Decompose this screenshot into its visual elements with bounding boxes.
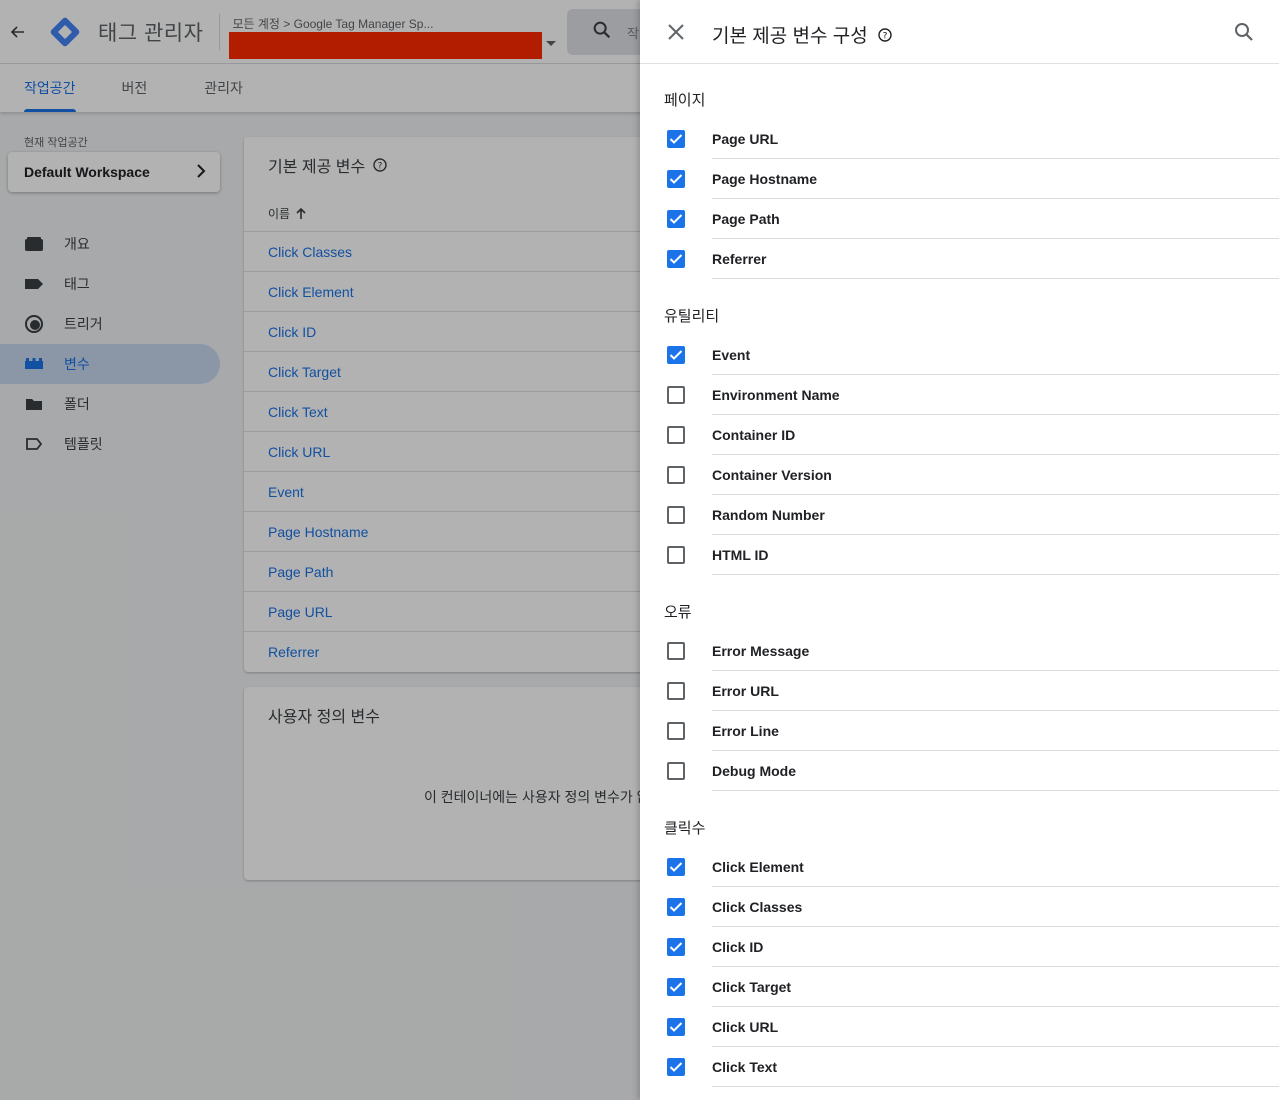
panel-header: 기본 제공 변수 구성 ?	[640, 0, 1279, 64]
modal-scrim[interactable]	[0, 0, 640, 1100]
variable-option[interactable]: Random Number	[664, 495, 1279, 535]
variable-option-label[interactable]: Environment Name	[712, 375, 1279, 415]
variable-option-label[interactable]: Click Target	[712, 967, 1279, 1007]
checkbox-checked-icon[interactable]	[667, 898, 685, 916]
variable-option[interactable]: Referrer	[664, 239, 1279, 279]
variable-option[interactable]: Container Version	[664, 455, 1279, 495]
checkbox-checked-icon[interactable]	[667, 1058, 685, 1076]
checkbox-checked-icon[interactable]	[667, 1018, 685, 1036]
checkbox-unchecked-icon[interactable]	[667, 682, 685, 700]
variable-option[interactable]: Container ID	[664, 415, 1279, 455]
variable-option-label[interactable]: Page URL	[712, 119, 1279, 159]
variable-option[interactable]: Page Path	[664, 199, 1279, 239]
variable-option-label[interactable]: Referrer	[712, 239, 1279, 279]
variable-option[interactable]: Click Target	[664, 967, 1279, 1007]
section-title: 유틸리티	[664, 308, 720, 325]
variable-option-label[interactable]: HTML ID	[712, 535, 1279, 575]
close-icon[interactable]	[664, 20, 688, 44]
variable-option-label[interactable]: Debug Mode	[712, 751, 1279, 791]
checkbox-checked-icon[interactable]	[667, 938, 685, 956]
variable-option-label[interactable]: Error Line	[712, 711, 1279, 751]
checkbox-unchecked-icon[interactable]	[667, 722, 685, 740]
checkbox-unchecked-icon[interactable]	[667, 762, 685, 780]
variable-option-label[interactable]: Click URL	[712, 1007, 1279, 1047]
checkbox-checked-icon[interactable]	[667, 130, 685, 148]
variable-option-label[interactable]: Container ID	[712, 415, 1279, 455]
help-icon[interactable]: ?	[877, 27, 892, 42]
checkbox-checked-icon[interactable]	[667, 858, 685, 876]
variable-option[interactable]: Click Text	[664, 1047, 1279, 1087]
svg-text:?: ?	[882, 31, 887, 41]
checkbox-checked-icon[interactable]	[667, 250, 685, 268]
variable-option-label[interactable]: Page Path	[712, 199, 1279, 239]
variable-option[interactable]: Error Message	[664, 631, 1279, 671]
variable-option[interactable]: Environment Name	[664, 375, 1279, 415]
variable-option[interactable]: Error URL	[664, 671, 1279, 711]
checkbox-unchecked-icon[interactable]	[667, 386, 685, 404]
configure-builtin-variables-panel: 기본 제공 변수 구성 ? 페이지 Page URL Page Hostname Pa…	[640, 0, 1279, 1100]
variable-option-label[interactable]: Click Classes	[712, 887, 1279, 927]
variable-option-label[interactable]: Error URL	[712, 671, 1279, 711]
variable-option[interactable]: HTML ID	[664, 535, 1279, 575]
panel-title: 기본 제공 변수 구성 ?	[712, 21, 892, 48]
variable-option-label[interactable]: Page Hostname	[712, 159, 1279, 199]
variable-option-label[interactable]: Click ID	[712, 927, 1279, 967]
checkbox-unchecked-icon[interactable]	[667, 466, 685, 484]
variable-option[interactable]: Click Element	[664, 847, 1279, 887]
variable-option[interactable]: Click ID	[664, 927, 1279, 967]
section-title: 페이지	[664, 92, 706, 109]
section-title: 클릭수	[664, 820, 706, 837]
checkbox-checked-icon[interactable]	[667, 346, 685, 364]
checkbox-unchecked-icon[interactable]	[667, 506, 685, 524]
search-icon[interactable]	[1232, 20, 1256, 44]
checkbox-checked-icon[interactable]	[667, 210, 685, 228]
checkbox-unchecked-icon[interactable]	[667, 642, 685, 660]
checkbox-checked-icon[interactable]	[667, 170, 685, 188]
checkbox-unchecked-icon[interactable]	[667, 546, 685, 564]
variable-option-label[interactable]: Click Text	[712, 1047, 1279, 1087]
variable-option[interactable]: Event	[664, 335, 1279, 375]
variable-option-label[interactable]: Event	[712, 335, 1279, 375]
variable-option[interactable]: Click Classes	[664, 887, 1279, 927]
variable-option-label[interactable]: Error Message	[712, 631, 1279, 671]
variable-option[interactable]: Error Line	[664, 711, 1279, 751]
checkbox-checked-icon[interactable]	[667, 978, 685, 996]
variable-option-label[interactable]: Container Version	[712, 455, 1279, 495]
variable-option[interactable]: Click URL	[664, 1007, 1279, 1047]
checkbox-unchecked-icon[interactable]	[667, 426, 685, 444]
variable-option[interactable]: Page Hostname	[664, 159, 1279, 199]
variable-option[interactable]: Debug Mode	[664, 751, 1279, 791]
variable-option-label[interactable]: Click Element	[712, 847, 1279, 887]
variable-option[interactable]: Page URL	[664, 119, 1279, 159]
variable-option-label[interactable]: Random Number	[712, 495, 1279, 535]
panel-title-text: 기본 제공 변수 구성	[712, 26, 868, 47]
section-title: 오류	[664, 604, 692, 621]
